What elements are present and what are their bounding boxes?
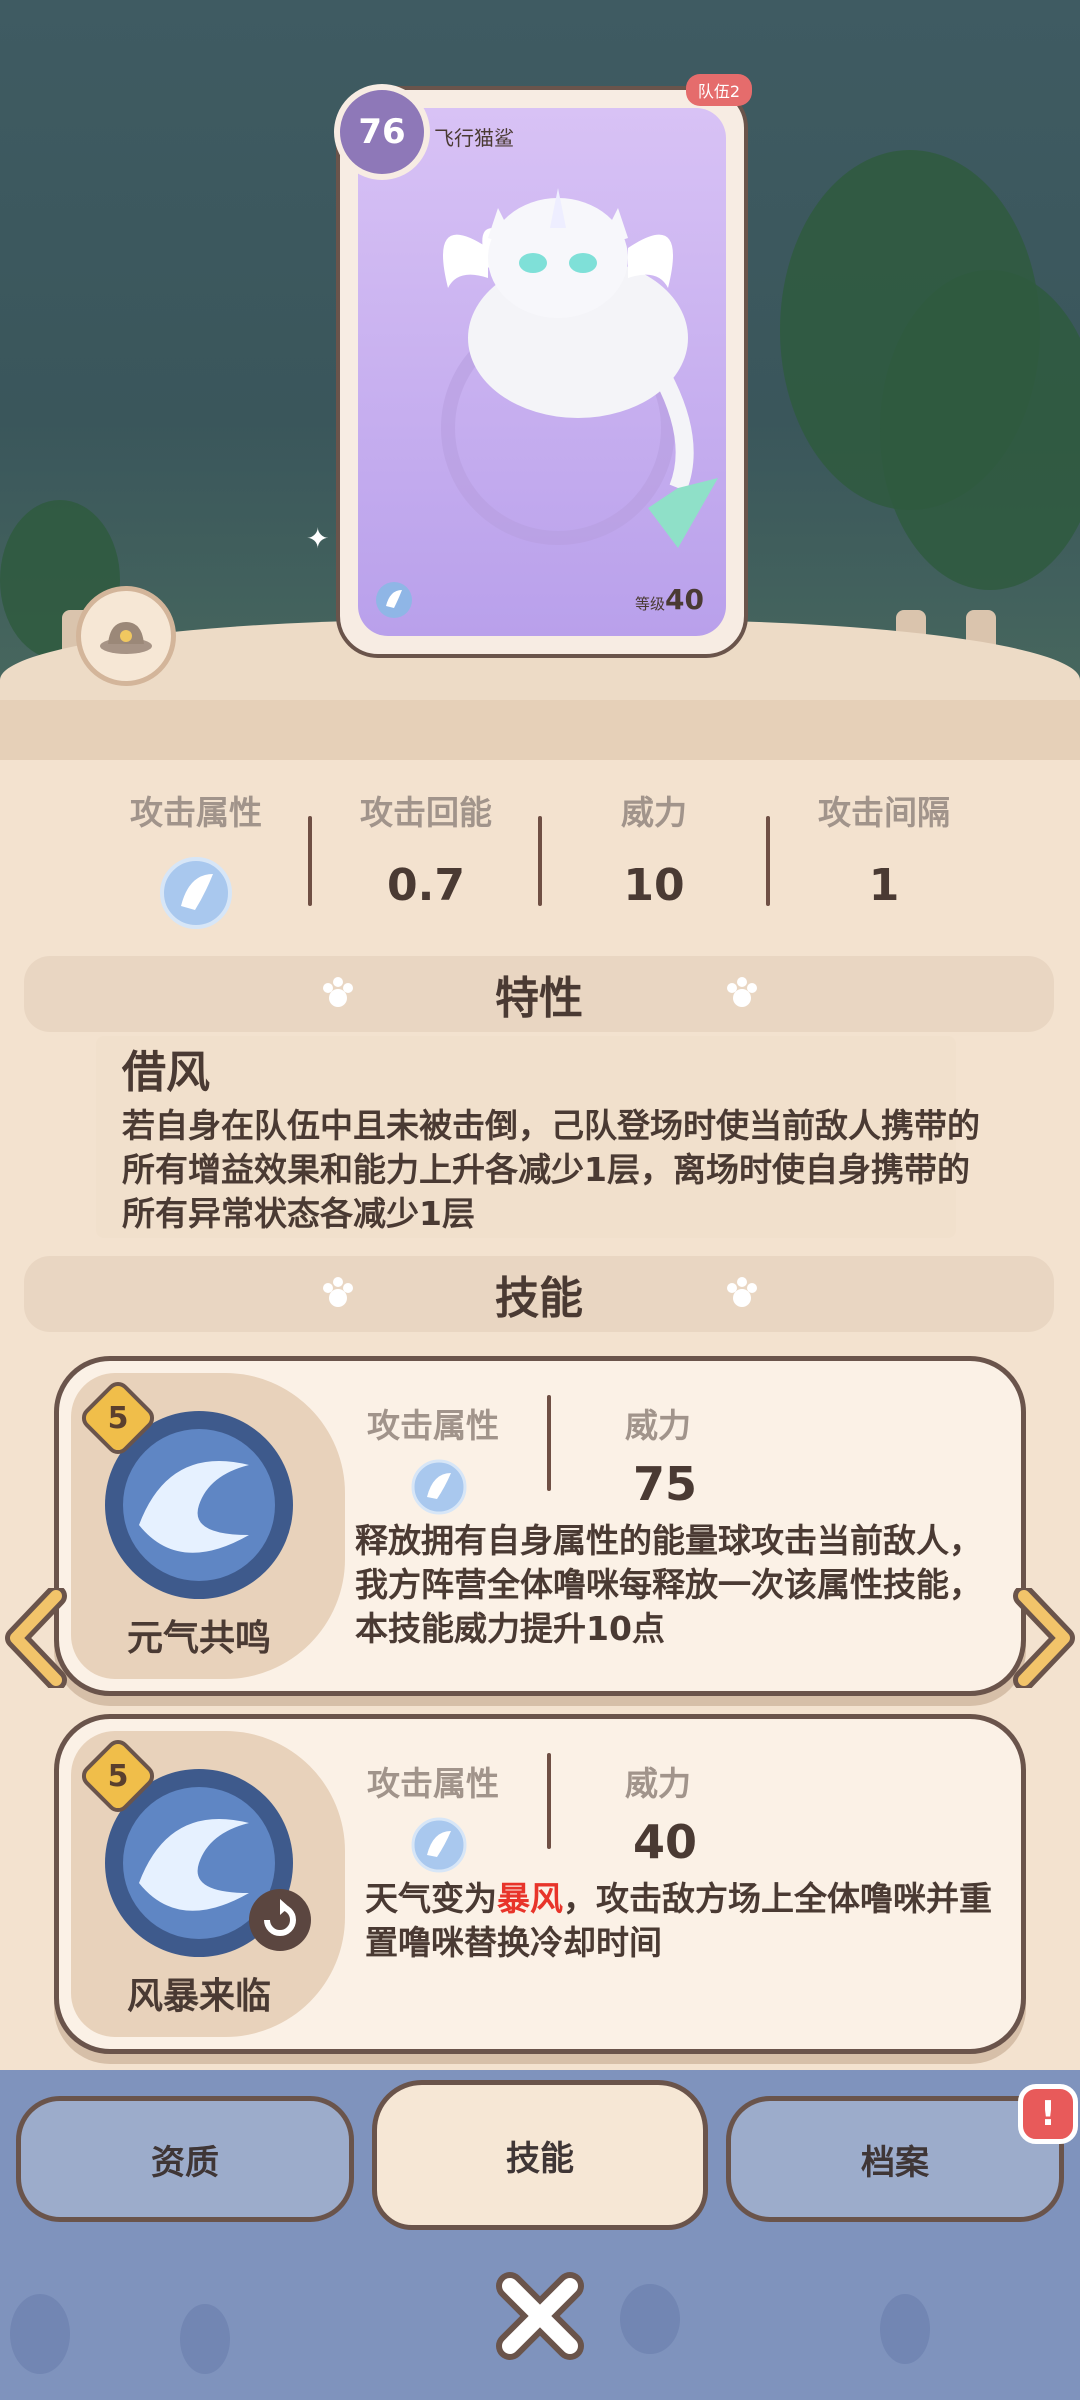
trait-name: 借风: [122, 1047, 210, 1098]
stats-row: 攻击属性 攻击回能 0.7 威力 10 攻击间隔 1: [0, 786, 1080, 929]
paw-icon: [323, 1277, 353, 1307]
alert-badge: !: [1018, 2084, 1078, 2144]
stat-power: 威力 10: [621, 793, 687, 911]
hat-icon[interactable]: [76, 586, 176, 686]
wind-element-icon: [411, 1817, 467, 1873]
creature-name: 飞行猫鲨: [434, 126, 514, 150]
stat-attack-interval: 攻击间隔 1: [818, 793, 950, 911]
skill-name: 元气共鸣: [126, 1618, 271, 1659]
wind-element-icon: [411, 1459, 467, 1515]
creature-illustration: [441, 188, 718, 548]
sparkle-icon: ✦: [306, 522, 330, 555]
skill-description: 天气变为暴风，攻击敌方场上全体噜咪并重置噜咪替换冷却时间: [365, 1879, 992, 1962]
team-tag: 队伍2: [685, 74, 752, 106]
level-badge: 76: [334, 84, 430, 180]
skill-name: 风暴来临: [126, 1976, 271, 2017]
stat-energy-regen: 攻击回能 0.7: [360, 793, 492, 911]
trait-section-header: 特性: [24, 956, 1054, 1032]
skill-description: 释放拥有自身属性的能量球攻击当前敌人，我方阵营全体噜咪每释放一次该属性技能，本技…: [355, 1521, 982, 1648]
skill-card-2[interactable]: 5 风暴来临 攻击属性 威力 40 天气变为暴风，攻击敌方场上全体噜咪并重置噜咪…: [54, 1714, 1026, 2054]
wind-element-icon: [376, 582, 412, 618]
paw-icon: [727, 1277, 757, 1307]
paw-icon: [323, 977, 353, 1007]
stat-attack-attribute: 攻击属性: [82, 786, 310, 934]
previous-arrow-icon[interactable]: [4, 1588, 74, 1688]
tab-archive[interactable]: 档案: [726, 2096, 1064, 2222]
next-arrow-icon[interactable]: [1006, 1588, 1076, 1688]
card-level: 等级40: [635, 583, 704, 616]
creature-card[interactable]: 等级40 76 飞行猫鲨 队伍2: [334, 74, 752, 658]
close-icon[interactable]: [494, 2270, 586, 2362]
trait-description: 若自身在队伍中且未被击倒，己队登场时使当前敌人携带的所有增益效果和能力上升各减少…: [122, 1106, 980, 1233]
wind-element-icon: [160, 857, 232, 929]
skills-section-header: 技能: [24, 1256, 1054, 1332]
tab-aptitude[interactable]: 资质: [16, 2096, 354, 2222]
reset-icon: [249, 1889, 311, 1951]
weather-highlight: 暴风: [497, 1879, 563, 1918]
skill-card-1[interactable]: 5 元气共鸣 攻击属性 威力 75 释放拥有自身属性的能量球攻击当前敌人，我方阵…: [54, 1356, 1026, 1696]
paw-icon: [727, 977, 757, 1007]
tab-skills[interactable]: 技能: [372, 2080, 708, 2230]
